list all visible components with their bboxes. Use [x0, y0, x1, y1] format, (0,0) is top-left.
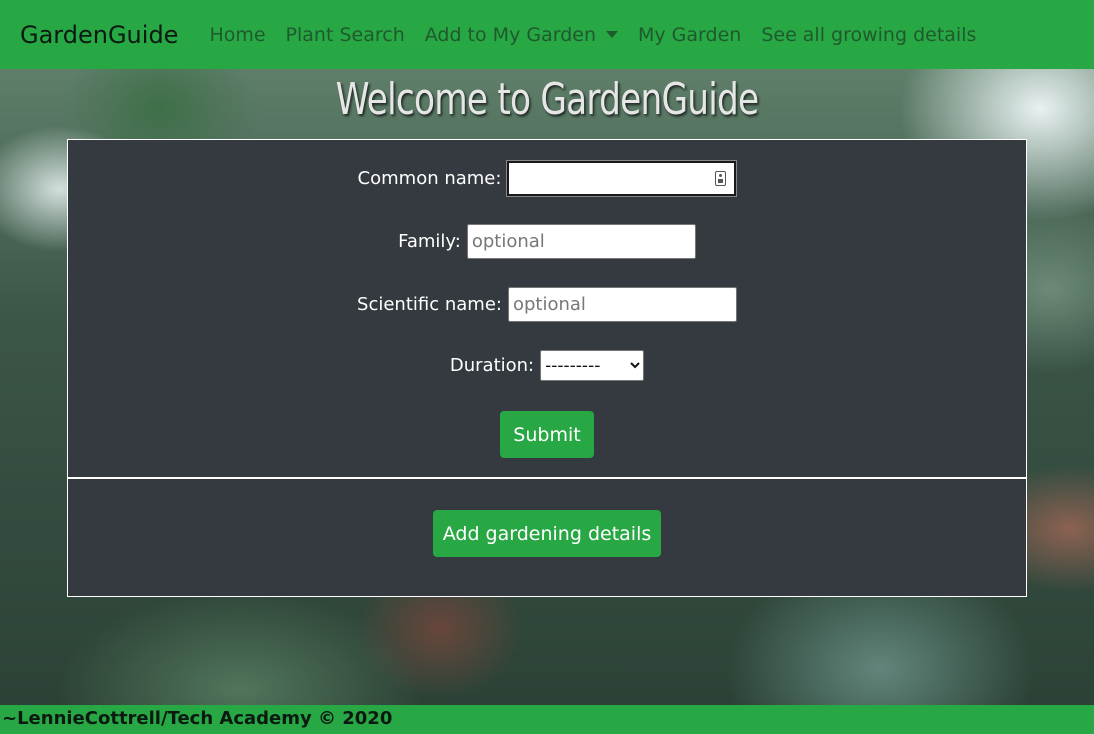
plant-form-panel: Common name: Family: Scientific name: Du… [67, 139, 1027, 478]
submit-row: Submit [68, 411, 1026, 458]
common-name-input[interactable] [509, 163, 735, 194]
duration-select[interactable]: --------- [540, 350, 645, 381]
nav-add-to-my-garden-dropdown[interactable]: Add to My Garden [425, 24, 618, 46]
duration-label: Duration: [449, 355, 535, 376]
add-gardening-details-button[interactable]: Add gardening details [433, 510, 661, 557]
top-navbar: GardenGuide Home Plant Search Add to My … [0, 0, 1094, 69]
scientific-name-label: Scientific name: [357, 294, 502, 315]
common-name-label: Common name: [357, 168, 502, 189]
page-title: Welcome to GardenGuide [335, 74, 759, 125]
scientific-name-input[interactable] [507, 287, 737, 322]
footer: ~LennieCottrell/Tech Academy © 2020 [0, 705, 1094, 734]
nav-home[interactable]: Home [209, 24, 265, 46]
brand-logo[interactable]: GardenGuide [20, 21, 178, 49]
nav-add-to-my-garden-label: Add to My Garden [424, 23, 596, 46]
autofill-contact-icon[interactable] [715, 171, 727, 186]
nav-my-garden[interactable]: My Garden [638, 24, 741, 46]
add-details-row: Add gardening details [68, 510, 1026, 557]
scientific-name-row: Scientific name: [68, 287, 1026, 322]
actions-panel: Add gardening details [67, 478, 1027, 597]
nav-plant-search[interactable]: Plant Search [286, 24, 405, 46]
footer-copyright: ~LennieCottrell/Tech Academy © 2020 [2, 708, 393, 729]
family-label: Family: [398, 231, 461, 252]
common-name-row: Common name: [68, 160, 1026, 197]
common-name-field[interactable] [506, 160, 738, 197]
duration-row: Duration: --------- [68, 350, 1026, 381]
submit-button[interactable]: Submit [500, 411, 594, 458]
caret-down-icon [606, 31, 618, 38]
nav-see-all-growing-details[interactable]: See all growing details [761, 24, 976, 46]
family-input[interactable] [466, 224, 696, 259]
family-row: Family: [68, 224, 1026, 259]
